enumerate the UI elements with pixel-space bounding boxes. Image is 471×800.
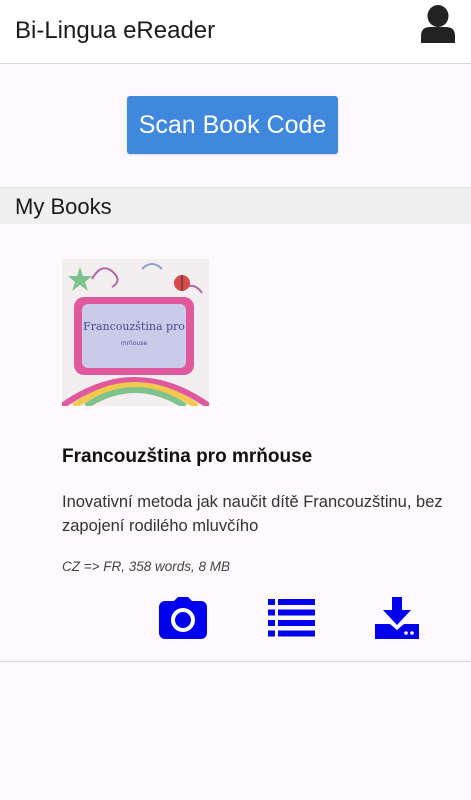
- book-description: Inovativní metoda jak naučit dítě Franco…: [62, 493, 443, 535]
- book-list-item: Francouzština pro mrňouse Francouzština …: [0, 224, 471, 662]
- book-cover-art: Francouzština pro mrňouse: [62, 259, 209, 406]
- app-screen: Bi-Lingua eReader Scan Book Code My Book…: [0, 0, 471, 800]
- camera-icon[interactable]: [159, 597, 207, 639]
- top-bar: Bi-Lingua eReader: [0, 0, 471, 64]
- user-icon[interactable]: [419, 3, 457, 43]
- cover-subtitle-text: mrňouse: [121, 340, 148, 347]
- book-meta: CZ => FR, 358 words, 8 MB: [62, 559, 231, 574]
- book-cover-image[interactable]: Francouzština pro mrňouse: [62, 259, 209, 406]
- section-title: My Books: [15, 194, 112, 219]
- scan-book-code-button[interactable]: Scan Book Code: [127, 96, 338, 154]
- book-title[interactable]: Francouzština pro mrňouse: [62, 446, 312, 468]
- cover-title-text: Francouzština pro: [83, 320, 185, 333]
- app-title: Bi-Lingua eReader: [15, 17, 216, 44]
- scan-area: Scan Book Code: [0, 64, 471, 187]
- list-icon[interactable]: [268, 599, 315, 637]
- download-icon[interactable]: [375, 597, 419, 639]
- my-books-header: My Books: [0, 187, 471, 224]
